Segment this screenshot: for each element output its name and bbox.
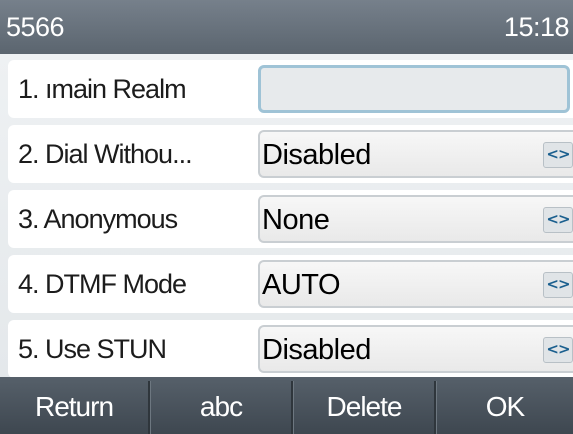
delete-softkey[interactable]: Delete: [294, 377, 434, 434]
field-value: AUTO: [262, 269, 341, 301]
left-right-arrows-icon[interactable]: <>: [543, 142, 573, 168]
ok-softkey[interactable]: OK: [437, 377, 573, 434]
account-name: 5566: [6, 12, 65, 42]
row-label: 2. Dial Withou...: [18, 139, 193, 169]
field-value: Disabled: [262, 139, 371, 171]
settings-list: 1. ımain Realm 2. Dial Withou... Disable…: [0, 54, 573, 378]
row-label: 5. Use STUN: [18, 334, 167, 364]
anonymous-select[interactable]: None <>: [258, 195, 573, 243]
row-use-stun[interactable]: 5. Use STUN Disabled <>: [8, 320, 573, 378]
return-softkey[interactable]: Return: [0, 377, 148, 434]
status-bar: 5566 15:18: [0, 0, 573, 54]
row-domain-realm[interactable]: 1. ımain Realm: [8, 60, 573, 118]
left-right-arrows-icon[interactable]: <>: [543, 272, 573, 298]
row-label: 4. DTMF Mode: [18, 269, 187, 299]
use-stun-select[interactable]: Disabled <>: [258, 325, 573, 373]
row-anonymous[interactable]: 3. Anonymous None <>: [8, 190, 573, 248]
row-dial-without[interactable]: 2. Dial Withou... Disabled <>: [8, 125, 573, 183]
domain-realm-input[interactable]: [258, 65, 570, 113]
clock: 15:18: [503, 12, 570, 42]
row-label: 1. ımain Realm: [18, 74, 187, 104]
dial-without-select[interactable]: Disabled <>: [258, 130, 573, 178]
softkey-bar: Return abc Delete OK: [0, 377, 573, 434]
abc-softkey[interactable]: abc: [151, 377, 291, 434]
dtmf-mode-select[interactable]: AUTO <>: [258, 260, 573, 308]
phone-screen: 5566 15:18 1. ımain Realm 2. Dial Withou…: [0, 0, 573, 434]
row-dtmf-mode[interactable]: 4. DTMF Mode AUTO <>: [8, 255, 573, 313]
left-right-arrows-icon[interactable]: <>: [543, 337, 573, 363]
field-value: Disabled: [262, 334, 371, 366]
field-value: None: [262, 204, 330, 236]
row-label: 3. Anonymous: [18, 204, 178, 234]
left-right-arrows-icon[interactable]: <>: [543, 207, 573, 233]
